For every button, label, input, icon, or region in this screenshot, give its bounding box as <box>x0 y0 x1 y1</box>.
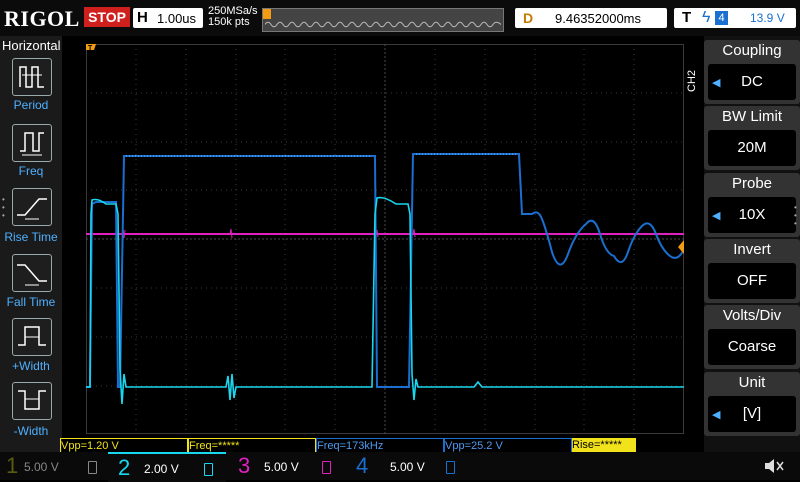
rising-edge-icon: ϟ <box>702 9 711 26</box>
coupling-indicator-icon <box>88 461 97 474</box>
channel-bar: 1 5.00 V 2 2.00 V 3 5.00 V 4 5.00 V <box>0 452 800 482</box>
freq-button[interactable] <box>12 124 52 162</box>
period-label: Period <box>13 98 49 112</box>
memory-overview-strip[interactable] <box>262 8 504 32</box>
channel-menu: Coupling ◀ DC BW Limit 20M Probe ◀ 10X I… <box>704 36 800 452</box>
fall-time-label: Fall Time <box>6 295 56 309</box>
freq-label: Freq <box>18 164 44 178</box>
fall-time-icon <box>17 264 47 286</box>
positive-width-icon <box>18 326 46 346</box>
probe-value: 10X <box>738 206 766 223</box>
trigger-label: T <box>682 9 692 26</box>
volts-div-menu-item[interactable]: Volts/Div Coarse <box>704 305 800 369</box>
trigger-source: 4 <box>715 11 728 25</box>
unit-title: Unit <box>738 374 766 391</box>
coupling-value-box: ◀ DC <box>708 64 796 100</box>
unit-menu-item[interactable]: Unit ◀ [V] <box>704 372 800 436</box>
channel-3-number: 3 <box>238 453 251 478</box>
period-button[interactable] <box>12 58 52 96</box>
channel-2-scale: 2.00 V <box>144 462 179 476</box>
delay-box[interactable]: D 9.46352000ms <box>515 8 667 28</box>
negative-width-icon <box>18 390 46 410</box>
page-dots-icon[interactable]: • • • <box>794 204 797 228</box>
delay-label: D <box>523 10 534 26</box>
positive-width-button[interactable] <box>12 318 52 356</box>
channel-1-tab[interactable]: 1 5.00 V <box>0 452 105 480</box>
fall-time-button[interactable] <box>12 254 52 292</box>
trigger-level-marker[interactable]: T <box>678 240 684 254</box>
bw-limit-value-box: 20M <box>708 130 796 166</box>
unit-value: [V] <box>742 405 762 422</box>
invert-value-box: OFF <box>708 263 796 299</box>
freq-icon <box>20 132 44 156</box>
trigger-level: 13.9 V <box>750 11 785 25</box>
channel-1-scale: 5.00 V <box>24 460 59 474</box>
volts-div-value-box: Coarse <box>708 329 796 365</box>
timebase-box[interactable]: H 1.00us <box>133 8 203 28</box>
channel-3-scale: 5.00 V <box>264 460 299 474</box>
timebase-value: 1.00us <box>157 11 197 26</box>
channel-2-number: 2 <box>118 455 131 480</box>
channel-3-tab[interactable]: 3 5.00 V <box>230 452 348 480</box>
negative-width-button[interactable] <box>12 382 52 420</box>
probe-title: Probe <box>731 175 773 192</box>
bw-limit-value: 20M <box>737 139 767 156</box>
unit-value-box: ◀ [V] <box>708 396 796 432</box>
coupling-menu-item[interactable]: Coupling ◀ DC <box>704 40 800 104</box>
period-icon <box>19 66 44 88</box>
speaker-icon[interactable] <box>762 456 786 476</box>
measurement-rise[interactable]: Rise=***** <box>572 438 636 452</box>
invert-title: Invert <box>733 241 771 258</box>
positive-width-label: +Width <box>12 359 50 373</box>
channel-1-number: 1 <box>6 453 19 478</box>
bw-limit-title: BW Limit <box>722 108 782 125</box>
coupling-title: Coupling <box>722 42 782 59</box>
graticule-border <box>86 44 684 434</box>
coupling-value: DC <box>741 73 763 90</box>
status-bar: RIGOL STOP H 1.00us 250MSa/s 150k pts D … <box>0 0 800 36</box>
coupling-indicator-icon <box>204 463 213 476</box>
rise-time-label: Rise Time <box>4 230 58 244</box>
volts-div-title: Volts/Div <box>722 307 782 324</box>
timebase-label: H <box>137 9 148 26</box>
page-dots-icon[interactable]: • • • <box>2 196 6 220</box>
negative-width-label: -Width <box>13 424 49 438</box>
coupling-indicator-icon <box>446 461 455 474</box>
probe-value-box: ◀ 10X <box>708 197 796 233</box>
run-stop-indicator[interactable]: STOP <box>84 7 130 27</box>
memory-depth: 150k pts <box>208 16 250 28</box>
memory-window-marker <box>263 9 271 19</box>
channel-4-tab[interactable]: 4 5.00 V <box>348 452 466 480</box>
probe-menu-item[interactable]: Probe ◀ 10X <box>704 173 800 237</box>
channel-4-number: 4 <box>356 453 369 478</box>
svg-text:T: T <box>88 45 93 52</box>
acquisition-info: 250MSa/s 150k pts <box>208 6 258 28</box>
channel-4-scale: 5.00 V <box>390 460 425 474</box>
invert-value: OFF <box>737 272 767 289</box>
rise-time-button[interactable] <box>12 188 52 226</box>
memory-waveform <box>265 21 501 28</box>
volts-div-value: Coarse <box>727 338 777 355</box>
trigger-box[interactable]: T ϟ 4 13.9 V <box>674 8 796 28</box>
channel-2-tab[interactable]: 2 2.00 V <box>108 452 226 482</box>
coupling-indicator-icon <box>322 461 331 474</box>
graticule-center-axes <box>86 44 684 434</box>
channel-tag: CH2 <box>686 69 698 92</box>
rise-time-icon <box>17 198 47 220</box>
bw-limit-menu-item[interactable]: BW Limit 20M <box>704 106 800 170</box>
waveform-display[interactable]: 2 T T <box>86 44 684 434</box>
trigger-left-marker[interactable]: T <box>86 44 96 52</box>
horizontal-measure-menu: Horizontal Period Freq Rise Time Fall Ti… <box>0 36 62 452</box>
delay-value: 9.46352000ms <box>555 11 642 26</box>
brand-logo: RIGOL <box>4 6 80 31</box>
menu-title: Horizontal <box>2 38 61 53</box>
invert-menu-item[interactable]: Invert OFF <box>704 239 800 303</box>
